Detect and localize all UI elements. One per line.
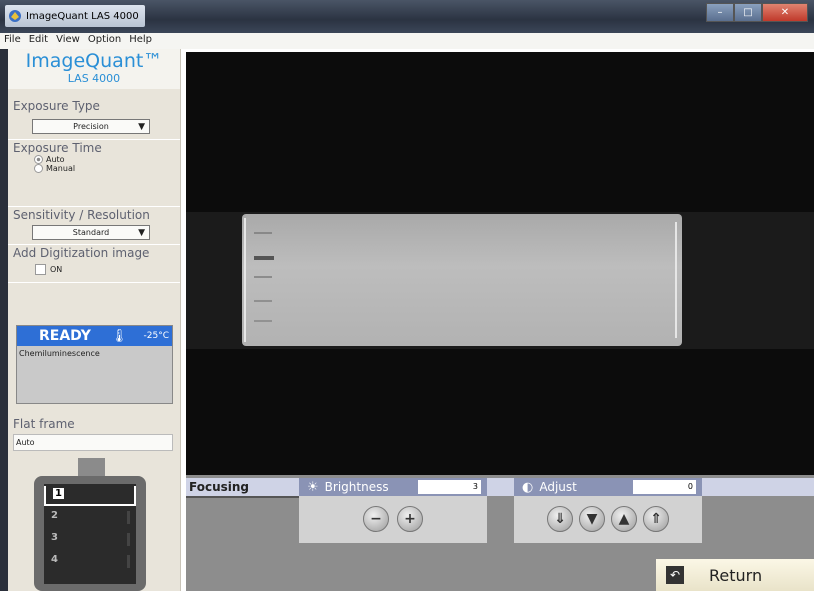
exposure-manual-radio[interactable]: Manual: [34, 164, 180, 173]
dropdown-arrow-icon: ▼: [138, 228, 145, 238]
radio-selected-icon: [34, 155, 43, 164]
radio-unselected-icon: [34, 164, 43, 173]
menu-option[interactable]: Option: [84, 33, 125, 49]
status-panel: READY 🌡 -25°C Chemiluminescence: [16, 325, 173, 404]
status-mode: Chemiluminescence: [19, 349, 100, 358]
menu-edit[interactable]: Edit: [25, 33, 52, 49]
double-chevron-down-icon: ⇓: [554, 511, 566, 527]
adjust-value[interactable]: 0: [633, 480, 696, 494]
title-bar: ImageQuant LAS 4000 – □ ✕: [0, 0, 814, 33]
tray-slot-number: 1: [53, 488, 64, 499]
tray-slots: 1 2 3 4: [44, 484, 136, 584]
settings-sidebar: ImageQuant™ LAS 4000 Exposure Type Preci…: [8, 49, 181, 591]
exposure-type-section: Exposure Type Precision ▼: [8, 99, 180, 140]
maximize-button[interactable]: □: [734, 3, 762, 22]
status-state: READY: [39, 328, 91, 344]
tray-slot-3[interactable]: 3: [44, 530, 136, 548]
sensitivity-dropdown[interactable]: Standard ▼: [32, 225, 150, 240]
camera-preview: [186, 52, 814, 475]
digitization-checkbox-label: ON: [50, 265, 63, 274]
window-left-edge: [0, 49, 8, 591]
close-button[interactable]: ✕: [762, 3, 808, 22]
return-button[interactable]: ↶ Return: [656, 559, 814, 591]
window-title-tab: ImageQuant LAS 4000: [5, 5, 145, 27]
adjust-icon: ◐: [522, 479, 534, 495]
exposure-type-value: Precision: [73, 122, 109, 131]
brightness-header: ☀ Brightness 3: [299, 478, 487, 496]
menu-file[interactable]: File: [0, 33, 25, 49]
menu-bar: File Edit View Option Help: [0, 33, 814, 49]
ccd-temperature: -25°C: [143, 331, 169, 341]
exposure-type-dropdown[interactable]: Precision ▼: [32, 119, 150, 134]
sun-icon: ☀: [307, 479, 319, 495]
tray-slot-4[interactable]: 4: [44, 552, 136, 570]
return-icon: ↶: [666, 566, 684, 584]
brightness-increase-button[interactable]: +: [397, 506, 423, 532]
exposure-auto-label: Auto: [46, 155, 65, 164]
sensitivity-value: Standard: [72, 228, 110, 237]
brightness-decrease-button[interactable]: −: [363, 506, 389, 532]
sensitivity-label: Sensitivity / Resolution: [13, 208, 150, 222]
minus-icon: −: [370, 511, 382, 527]
checkbox-icon: [35, 264, 46, 275]
exposure-auto-radio[interactable]: Auto: [34, 155, 180, 164]
minimize-button[interactable]: –: [706, 3, 734, 22]
brightness-value[interactable]: 3: [418, 480, 481, 494]
app-icon: [9, 10, 21, 22]
adjust-fast-up-button[interactable]: ⇑: [643, 506, 669, 532]
logo-name: ImageQuant™: [25, 50, 163, 72]
return-label: Return: [709, 565, 763, 585]
status-bar: READY 🌡 -25°C: [17, 326, 172, 346]
flat-frame-label: Flat frame: [13, 417, 75, 431]
sample-tray: 1 2 3 4: [34, 476, 146, 591]
window-title: ImageQuant LAS 4000: [26, 10, 139, 22]
exposure-type-label: Exposure Type: [13, 99, 100, 113]
chevron-down-icon: ▼: [586, 511, 598, 527]
adjust-down-button[interactable]: ▼: [579, 506, 605, 532]
adjust-fast-down-button[interactable]: ⇓: [547, 506, 573, 532]
exposure-manual-label: Manual: [46, 164, 76, 173]
flat-frame-field[interactable]: Auto: [13, 434, 173, 451]
exposure-time-label: Exposure Time: [13, 141, 102, 155]
tray-slot-number: 2: [51, 510, 58, 521]
dropdown-arrow-icon: ▼: [138, 122, 145, 132]
digitization-section: Add Digitization image ON: [8, 246, 180, 283]
brightness-label: Brightness: [324, 480, 389, 494]
focusing-button[interactable]: Focusing: [186, 478, 302, 498]
tray-slot-number: 4: [51, 554, 58, 565]
logo-model: LAS 4000: [67, 72, 121, 85]
tray-slot-2[interactable]: 2: [44, 508, 136, 526]
adjust-up-button[interactable]: ▲: [611, 506, 637, 532]
membrane-image: [242, 214, 682, 346]
double-chevron-up-icon: ⇑: [650, 511, 662, 527]
digitization-label: Add Digitization image: [13, 246, 150, 260]
thermometer-icon: 🌡: [110, 328, 128, 344]
slot-rail: [127, 533, 130, 546]
tray-slot-number: 3: [51, 532, 58, 543]
adjust-panel: ◐ Adjust 0 ⇓ ▼ ▲ ⇑: [514, 478, 702, 543]
menu-view[interactable]: View: [52, 33, 84, 49]
adjust-header: ◐ Adjust 0: [514, 478, 702, 496]
tray-handle: [78, 458, 105, 478]
plus-icon: +: [404, 511, 416, 527]
sensitivity-section: Sensitivity / Resolution Standard ▼: [8, 208, 180, 245]
slot-rail: [127, 511, 130, 524]
digitization-checkbox[interactable]: ON: [35, 264, 180, 275]
product-logo: ImageQuant™ LAS 4000: [8, 49, 180, 89]
chevron-up-icon: ▲: [618, 511, 630, 527]
menu-help[interactable]: Help: [125, 33, 156, 49]
adjust-label: Adjust: [539, 480, 577, 494]
brightness-panel: ☀ Brightness 3 − +: [299, 478, 487, 543]
tray-slot-1[interactable]: 1: [44, 486, 136, 506]
slot-rail: [127, 555, 130, 568]
exposure-time-section: Exposure Time Auto Manual: [8, 141, 180, 207]
membrane-lanes: [244, 218, 677, 342]
